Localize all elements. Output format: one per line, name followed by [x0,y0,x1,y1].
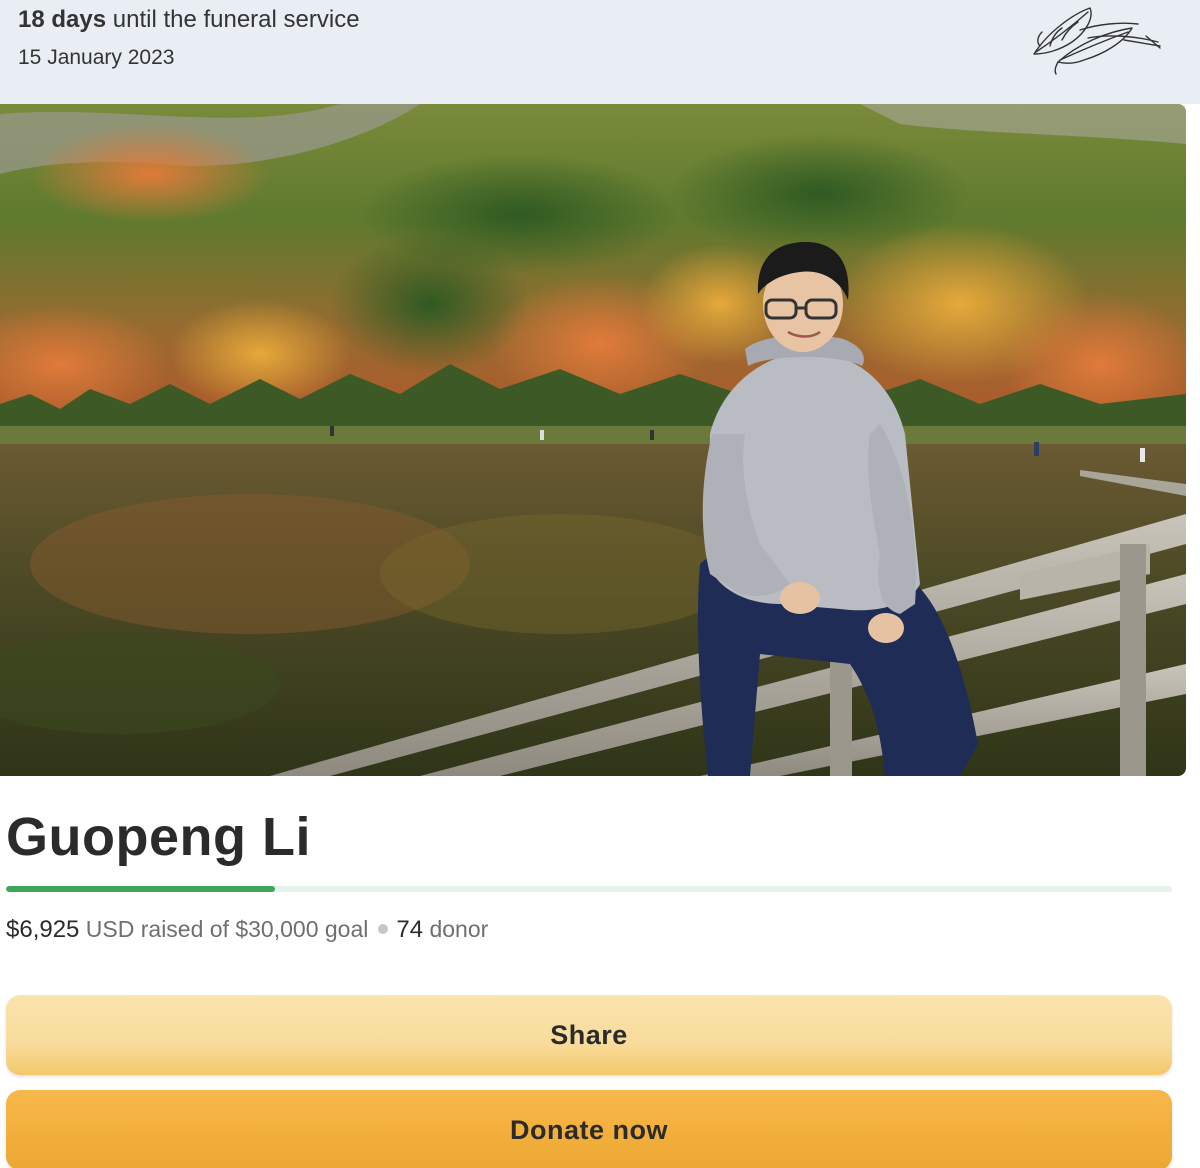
donate-now-button[interactable]: Donate now [6,1090,1172,1168]
share-button[interactable]: Share [6,995,1172,1075]
countdown-text: 18 days until the funeral service [18,6,360,34]
raised-goal-text: USD raised of $30,000 goal [79,916,369,942]
funeral-countdown-banner: 18 days until the funeral service 15 Jan… [0,0,1200,104]
fundraising-progress-bar [6,886,1172,892]
campaign-title: Guopeng Li [6,807,311,867]
fundraising-progress-fill [6,886,276,892]
donor-label: donor [423,916,489,942]
fundraising-stats: $6,925 USD raised of $30,000 goal 74 dono… [6,916,488,944]
countdown-label: until the funeral service [106,6,360,33]
leaf-logo-icon [1033,7,1161,75]
raised-amount: $6,925 [6,916,80,943]
funeral-date: 15 January 2023 [18,46,175,69]
countdown-days: 18 days [18,6,107,33]
memorial-photo-scene [0,104,1186,776]
fundraiser-page: 18 days until the funeral service 15 Jan… [0,0,1200,1168]
memorial-photo [0,104,1186,776]
donor-count: 74 [396,916,424,943]
separator-dot [378,924,389,935]
